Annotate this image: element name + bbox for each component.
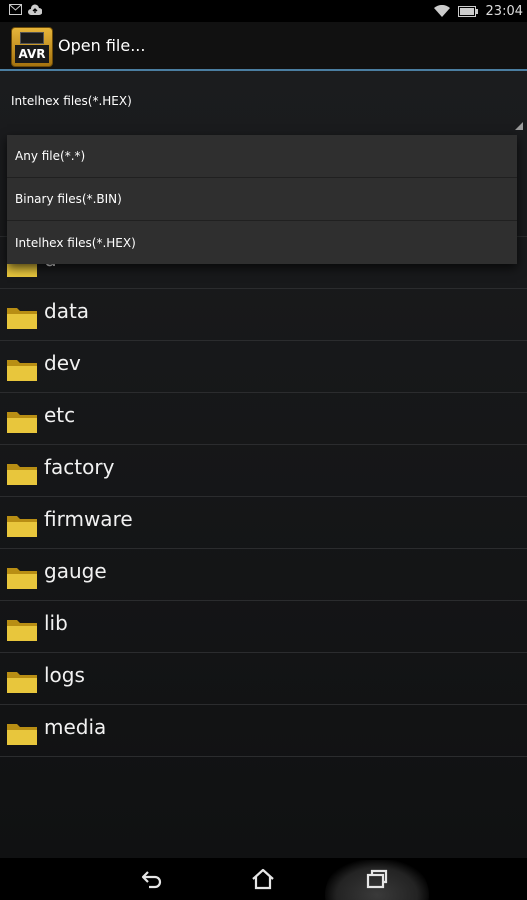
list-item[interactable]: data: [0, 289, 527, 341]
list-item[interactable]: dev: [0, 341, 527, 393]
chip-icon: [20, 32, 44, 44]
list-item[interactable]: firmware: [0, 497, 527, 549]
recent-apps-button[interactable]: [357, 864, 397, 894]
app-icon-label: AVR: [15, 45, 49, 63]
navigation-bar: [0, 858, 527, 900]
file-name: factory: [44, 455, 115, 479]
home-button[interactable]: [243, 864, 283, 894]
folder-icon: [7, 464, 37, 485]
file-type-dropdown: Any file(*.*) Binary files(*.BIN) Intelh…: [7, 135, 517, 264]
file-name: data: [44, 299, 90, 323]
folder-icon: [7, 412, 37, 433]
folder-icon: [7, 360, 37, 381]
folder-icon: [7, 724, 37, 745]
action-bar: AVR Open file...: [0, 22, 527, 70]
list-item[interactable]: media: [0, 705, 527, 757]
dropdown-option-binary[interactable]: Binary files(*.BIN): [7, 178, 517, 221]
file-name: etc: [44, 403, 76, 427]
home-icon: [252, 868, 274, 890]
app-icon[interactable]: AVR: [11, 27, 53, 67]
file-name: firmware: [44, 507, 133, 531]
list-item[interactable]: gauge: [0, 549, 527, 601]
status-bar: 23:04: [0, 0, 527, 22]
folder-icon: [7, 672, 37, 693]
list-item[interactable]: etc: [0, 393, 527, 445]
file-name: media: [44, 715, 107, 739]
file-type-spinner[interactable]: Intelhex files(*.HEX): [0, 71, 527, 131]
folder-icon: [7, 568, 37, 589]
folder-icon: [7, 516, 37, 537]
spinner-arrow-icon: [515, 122, 523, 130]
recent-apps-icon: [366, 869, 388, 889]
cloud-upload-icon: [28, 4, 42, 15]
file-name: gauge: [44, 559, 107, 583]
file-list: config d data dev etc factory firmware: [0, 185, 527, 757]
mail-icon: [9, 4, 22, 15]
back-icon: [141, 871, 162, 889]
folder-icon: [7, 620, 37, 641]
folder-icon: [7, 308, 37, 329]
back-button[interactable]: [132, 864, 172, 894]
page-title: Open file...: [58, 36, 146, 55]
file-name: lib: [44, 611, 68, 635]
list-item[interactable]: lib: [0, 601, 527, 653]
file-type-selected: Intelhex files(*.HEX): [11, 94, 132, 108]
battery-icon: [457, 5, 478, 17]
dropdown-option-any[interactable]: Any file(*.*): [7, 135, 517, 178]
list-item[interactable]: logs: [0, 653, 527, 705]
clock: 23:04: [485, 3, 523, 19]
dropdown-option-intelhex[interactable]: Intelhex files(*.HEX): [7, 221, 517, 264]
wifi-icon: [433, 5, 450, 17]
file-name: logs: [44, 663, 85, 687]
list-item[interactable]: factory: [0, 445, 527, 497]
file-name: dev: [44, 351, 81, 375]
